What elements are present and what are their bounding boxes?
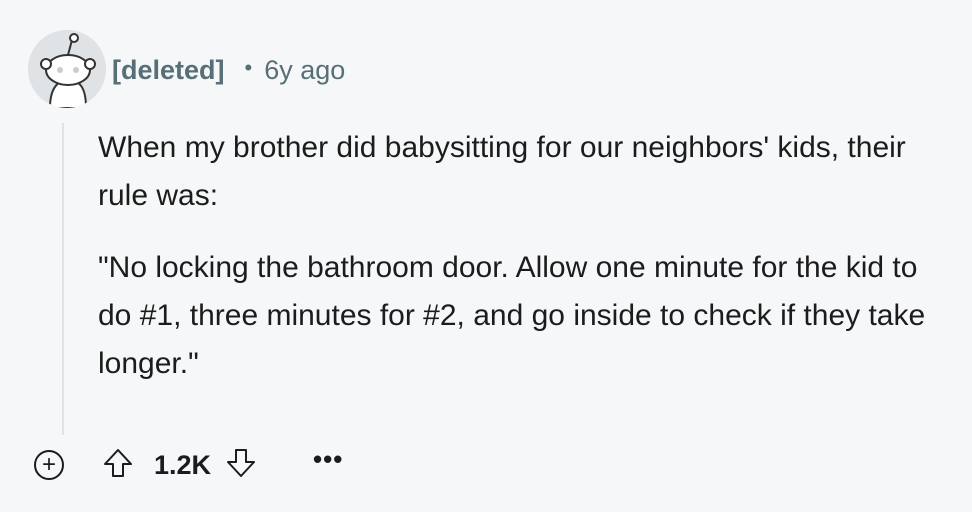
more-options-button[interactable]: ••• [313,444,343,475]
author-name[interactable]: [deleted] [112,55,225,86]
plus-icon: + [41,451,56,478]
comment-age: 6y ago [264,54,346,85]
comment-paragraph: "No locking the bathroom door. Allow one… [98,251,926,380]
comment-actions: + 1.2K ••• [34,443,343,487]
snoo-avatar-icon[interactable] [28,30,106,108]
comment-paragraph: When my brother did babysitting for our … [98,131,906,212]
vote-score: 1.2K [154,449,212,480]
meta-separator: • [244,55,253,80]
expand-thread-button[interactable]: + [34,450,64,480]
comment-header: [deleted] • 6y ago [112,52,345,88]
arrow-down-icon[interactable] [225,447,257,484]
comment-body: When my brother did babysitting for our … [98,124,938,412]
thread-line[interactable] [62,123,64,435]
vote-group: 1.2K [102,447,257,484]
arrow-up-icon[interactable] [102,447,134,484]
